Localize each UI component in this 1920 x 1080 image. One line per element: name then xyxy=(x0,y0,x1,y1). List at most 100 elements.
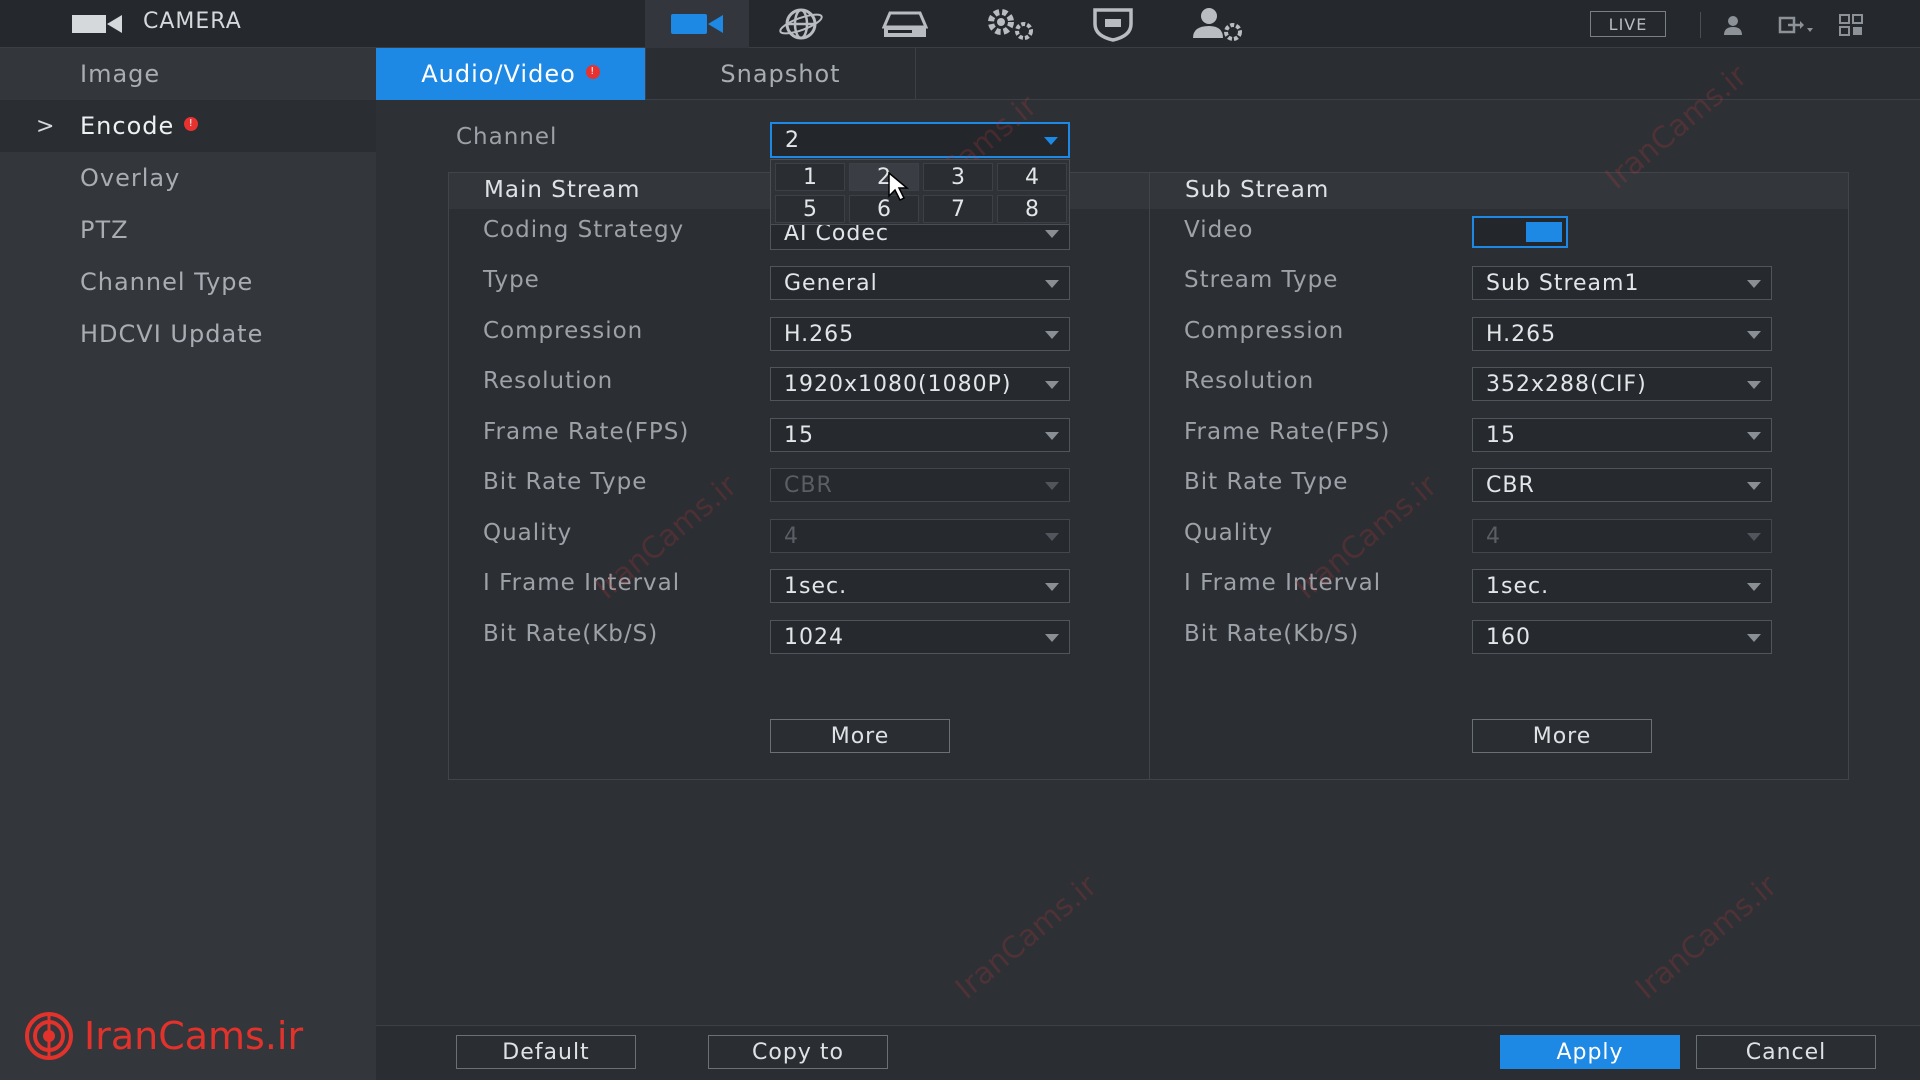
sub-resolution-select[interactable]: 352x288(CIF) xyxy=(1472,367,1772,401)
sub-i-frame-interval-select[interactable]: 1sec. xyxy=(1472,569,1772,603)
sub-bit-rate-select[interactable]: 160 xyxy=(1472,620,1772,654)
main-bit-rate-select[interactable]: 1024 xyxy=(770,620,1070,654)
tab-label: Audio/Video xyxy=(421,60,576,88)
chevron-down-icon xyxy=(1747,634,1761,642)
sidebar: Image > Encode ! Overlay PTZ Channel Typ… xyxy=(0,48,376,1080)
select-value: CBR xyxy=(1486,472,1535,498)
brand-logo: IranCams.ir xyxy=(24,1006,303,1066)
camera-logo-icon xyxy=(72,15,122,33)
logout-button[interactable] xyxy=(1776,12,1816,38)
live-button[interactable]: LIVE xyxy=(1590,11,1666,37)
video-label: Video xyxy=(1184,217,1254,243)
chevron-down-icon xyxy=(1747,432,1761,440)
user-icon xyxy=(1724,16,1742,35)
chevron-down-icon xyxy=(1747,482,1761,490)
copy-to-button[interactable]: Copy to xyxy=(708,1035,888,1069)
main-bit-rate-type-select: CBR xyxy=(770,468,1070,502)
channel-label: Channel xyxy=(456,124,558,150)
sub-frame-rate-select[interactable]: 15 xyxy=(1472,418,1772,452)
chevron-down-icon xyxy=(1045,381,1059,389)
tab-audio-video[interactable]: Audio/Video ! xyxy=(376,48,646,100)
type-select[interactable]: General xyxy=(770,266,1070,300)
sub-i-frame-interval-label: I Frame Interval xyxy=(1184,570,1382,596)
channel-option-4[interactable]: 4 xyxy=(997,163,1067,191)
grid-view-button[interactable] xyxy=(1836,12,1866,38)
bottom-action-bar: Default Copy to Apply Cancel xyxy=(376,1025,1920,1080)
tab-bar: Audio/Video ! Snapshot xyxy=(376,48,1920,100)
main-compression-select[interactable]: H.265 xyxy=(770,317,1070,351)
security-shield-icon xyxy=(1093,8,1133,42)
main-i-frame-interval-label: I Frame Interval xyxy=(483,570,681,596)
select-value: 352x288(CIF) xyxy=(1486,371,1647,397)
channel-option-5[interactable]: 5 xyxy=(775,195,845,223)
nav-network[interactable] xyxy=(749,0,853,48)
camera-icon xyxy=(671,14,723,34)
main-frame-rate-label: Frame Rate(FPS) xyxy=(483,419,690,445)
chevron-down-icon xyxy=(1747,533,1761,541)
sidebar-item-label: Overlay xyxy=(80,164,181,192)
tab-snapshot[interactable]: Snapshot xyxy=(646,48,916,100)
nav-security[interactable] xyxy=(1061,0,1165,48)
main-bit-rate-type-label: Bit Rate Type xyxy=(483,469,648,495)
user-button[interactable] xyxy=(1718,12,1748,38)
network-globe-icon xyxy=(779,8,823,40)
alert-badge-icon: ! xyxy=(585,65,600,79)
chevron-down-icon xyxy=(1045,432,1059,440)
sub-more-button[interactable]: More xyxy=(1472,719,1652,753)
chevron-down-icon xyxy=(1747,381,1761,389)
chevron-down-icon xyxy=(1747,331,1761,339)
sidebar-item-ptz[interactable]: PTZ xyxy=(0,204,376,256)
sub-quality-select: 4 xyxy=(1472,519,1772,553)
channel-select[interactable]: 2 xyxy=(770,122,1070,158)
main-resolution-select[interactable]: 1920x1080(1080P) xyxy=(770,367,1070,401)
chevron-down-icon xyxy=(1045,533,1059,541)
sidebar-item-overlay[interactable]: Overlay xyxy=(0,152,376,204)
nav-storage[interactable] xyxy=(853,0,957,48)
channel-option-3[interactable]: 3 xyxy=(923,163,993,191)
sub-compression-select[interactable]: H.265 xyxy=(1472,317,1772,351)
select-value: H.265 xyxy=(784,321,855,347)
chevron-down-icon xyxy=(1045,230,1059,238)
sidebar-item-channel-type[interactable]: Channel Type xyxy=(0,256,376,308)
nav-system[interactable] xyxy=(957,0,1061,48)
apply-button[interactable]: Apply xyxy=(1500,1035,1680,1069)
select-value: H.265 xyxy=(1486,321,1557,347)
sidebar-item-encode[interactable]: > Encode ! xyxy=(0,100,376,152)
sidebar-item-label: PTZ xyxy=(80,216,129,244)
main-i-frame-interval-select[interactable]: 1sec. xyxy=(770,569,1070,603)
default-button[interactable]: Default xyxy=(456,1035,636,1069)
stream-type-select[interactable]: Sub Stream1 xyxy=(1472,266,1772,300)
main-bit-rate-label: Bit Rate(Kb/S) xyxy=(483,621,659,647)
coding-strategy-label: Coding Strategy xyxy=(483,217,685,243)
select-value: 1024 xyxy=(784,624,844,650)
sub-bit-rate-label: Bit Rate(Kb/S) xyxy=(1184,621,1360,647)
select-value: 1920x1080(1080P) xyxy=(784,371,1012,397)
sub-compression-label: Compression xyxy=(1184,318,1345,344)
channel-option-8[interactable]: 8 xyxy=(997,195,1067,223)
sub-bit-rate-type-label: Bit Rate Type xyxy=(1184,469,1349,495)
select-value: 160 xyxy=(1486,624,1531,650)
sidebar-item-label: Image xyxy=(80,60,161,88)
sidebar-item-hdcvi-update[interactable]: HDCVI Update xyxy=(0,308,376,360)
select-value: 4 xyxy=(1486,523,1501,549)
channel-select-value: 2 xyxy=(785,127,800,153)
chevron-down-icon xyxy=(1747,280,1761,288)
account-settings-icon xyxy=(1193,8,1242,41)
nav-account[interactable] xyxy=(1165,0,1269,48)
select-value: CBR xyxy=(784,472,833,498)
system-gears-icon xyxy=(988,9,1033,40)
video-toggle[interactable] xyxy=(1472,216,1568,248)
channel-option-7[interactable]: 7 xyxy=(923,195,993,223)
select-value: 15 xyxy=(784,422,814,448)
main-frame-rate-select[interactable]: 15 xyxy=(770,418,1070,452)
cancel-button[interactable]: Cancel xyxy=(1696,1035,1876,1069)
brand-spiral-icon xyxy=(25,1012,73,1060)
chevron-down-icon xyxy=(1045,634,1059,642)
channel-option-1[interactable]: 1 xyxy=(775,163,845,191)
type-label: Type xyxy=(483,267,540,293)
select-value: 1sec. xyxy=(784,573,848,599)
nav-camera[interactable] xyxy=(645,0,749,48)
sub-bit-rate-type-select[interactable]: CBR xyxy=(1472,468,1772,502)
main-more-button[interactable]: More xyxy=(770,719,950,753)
sidebar-item-image[interactable]: Image xyxy=(0,48,376,100)
